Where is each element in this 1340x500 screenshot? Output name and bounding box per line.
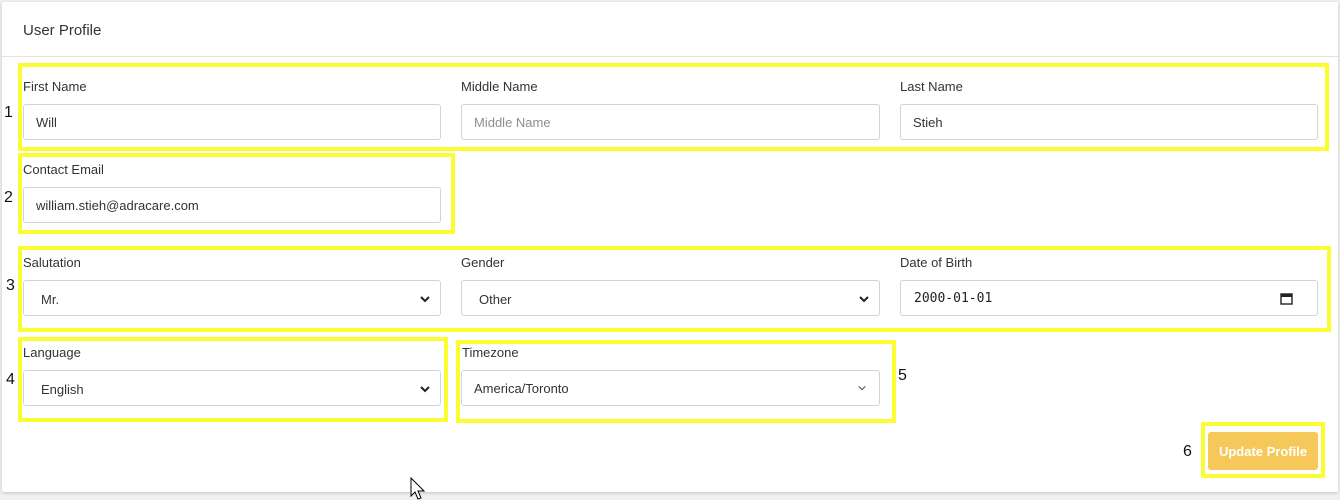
first-name-input[interactable] <box>23 104 441 140</box>
middle-name-input[interactable] <box>461 104 880 140</box>
language-value: English <box>41 382 84 397</box>
annotation-number-1: 1 <box>4 104 13 121</box>
annotation-number-4: 4 <box>6 371 15 388</box>
salutation-label: Salutation <box>23 255 81 270</box>
card-header: User Profile <box>2 2 1338 57</box>
timezone-select[interactable]: America/Toronto <box>461 370 880 406</box>
last-name-label: Last Name <box>900 79 963 94</box>
mouse-cursor-icon <box>410 477 426 500</box>
timezone-label: Timezone <box>462 345 519 360</box>
salutation-select[interactable]: Mr. <box>23 280 441 316</box>
calendar-icon[interactable] <box>1280 292 1293 305</box>
annotation-number-3: 3 <box>6 277 15 294</box>
date-of-birth-input[interactable]: 2000-01-01 <box>900 280 1318 316</box>
gender-value: Other <box>479 292 512 307</box>
contact-email-label: Contact Email <box>23 162 104 177</box>
chevron-down-icon <box>420 386 430 393</box>
language-select[interactable]: English <box>23 370 441 406</box>
chevron-down-icon <box>420 296 430 303</box>
chevron-down-icon <box>859 296 869 303</box>
contact-email-input[interactable] <box>23 187 441 223</box>
profile-card: User Profile <box>2 2 1338 492</box>
page-title: User Profile <box>23 22 102 39</box>
date-of-birth-value: 2000-01-01 <box>914 291 993 306</box>
annotation-number-6: 6 <box>1183 443 1192 460</box>
update-profile-button[interactable]: Update Profile <box>1208 432 1318 470</box>
gender-label: Gender <box>461 255 505 270</box>
middle-name-label: Middle Name <box>461 79 538 94</box>
salutation-value: Mr. <box>41 292 60 307</box>
first-name-label: First Name <box>23 79 87 94</box>
language-label: Language <box>23 345 81 360</box>
chevron-down-icon <box>858 385 866 391</box>
annotation-number-5: 5 <box>898 367 907 384</box>
date-of-birth-label: Date of Birth <box>900 255 973 270</box>
last-name-input[interactable] <box>900 104 1318 140</box>
timezone-value: America/Toronto <box>474 381 569 396</box>
annotation-number-2: 2 <box>4 189 13 206</box>
gender-select[interactable]: Other <box>461 280 880 316</box>
